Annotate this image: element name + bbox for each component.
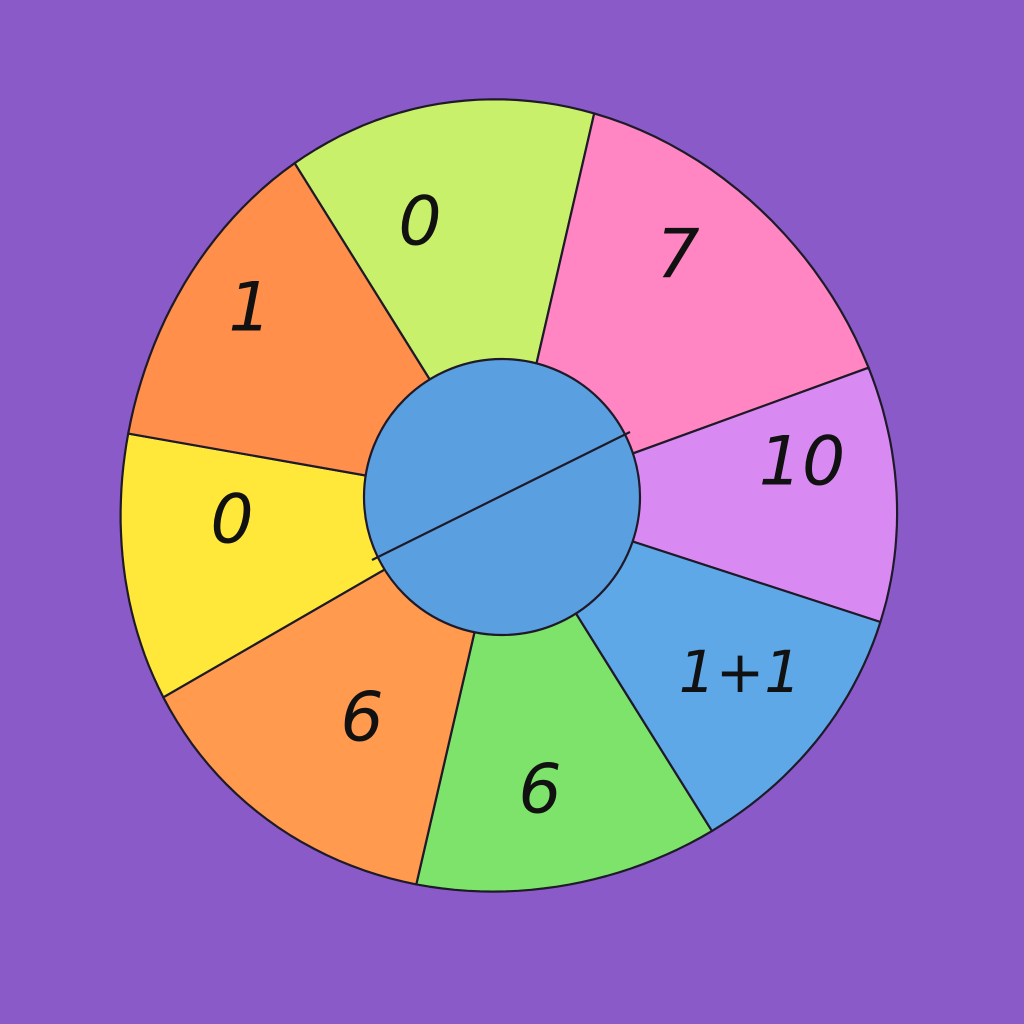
spinner-wheel[interactable]: 0 7 10 1+1 6 6 0 1 [0,0,1024,1024]
wheel-hub[interactable] [362,357,642,637]
hub-circle[interactable] [362,357,642,637]
segment-label: 7 [656,216,699,295]
segment-label: 1+1 [679,638,801,706]
segment-label: 1 [228,269,271,348]
segment-label: 6 [340,679,383,758]
segment-label: 10 [759,423,846,502]
segment-label: 0 [398,183,441,262]
segment-label: 0 [210,481,253,560]
segment-label: 6 [518,751,561,830]
spinner-canvas: 0 7 10 1+1 6 6 0 1 [0,0,1024,1024]
